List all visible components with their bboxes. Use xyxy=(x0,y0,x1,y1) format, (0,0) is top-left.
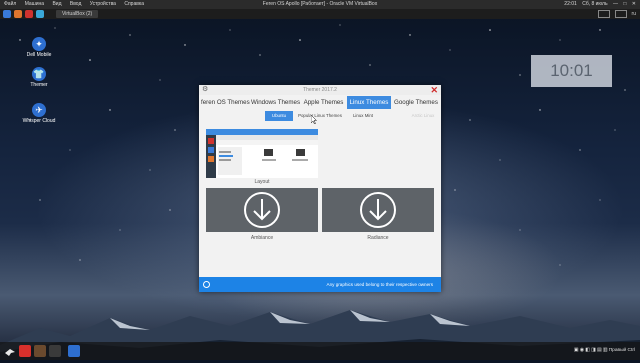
minimize-icon[interactable]: — xyxy=(613,1,618,7)
subtab-ubuntu[interactable]: Ubuntu xyxy=(265,111,293,121)
panel-tray: ru xyxy=(597,9,636,19)
host-panel: VirtualBox (2) ru xyxy=(0,9,640,19)
subtab-linux-mint[interactable]: Linux Mint xyxy=(347,111,379,121)
menu-file[interactable]: Файл xyxy=(4,1,16,7)
tab-linux-themes[interactable]: Linux Themes xyxy=(347,96,391,109)
theme-label-radiance: Radiance xyxy=(367,235,389,241)
shirt-icon: 👕 xyxy=(32,67,46,81)
menu-machine[interactable]: Машина xyxy=(25,1,44,7)
menu-input[interactable]: Ввод xyxy=(70,1,82,7)
tray-time: 22:01 xyxy=(564,1,577,7)
theme-label-layout: Layout xyxy=(254,179,270,185)
theme-card-radiance[interactable] xyxy=(322,188,434,232)
vm-tray: 22:01 Сб, 8 июль — □ ✕ xyxy=(560,0,636,9)
subtab-arctic-linux[interactable]: Arctic Linux xyxy=(407,111,439,121)
virtualbox-task[interactable]: VirtualBox (2) xyxy=(56,10,99,18)
theme-tabs: feren OS Themes Windows Themes Apple The… xyxy=(199,95,441,109)
tab-apple-themes[interactable]: Apple Themes xyxy=(302,96,345,109)
subtab-popular-linux[interactable]: Popular Linux Themes xyxy=(295,111,345,121)
host-key-label: Правый Ctrl xyxy=(608,348,635,353)
themer-icon[interactable] xyxy=(68,345,80,357)
layout-preview-image xyxy=(206,129,318,178)
workspace-icon[interactable] xyxy=(597,10,610,18)
vivaldi-icon[interactable] xyxy=(19,345,31,357)
vm-window-title: Feren OS Apollo [Работает] - Oracle VM V… xyxy=(262,1,378,7)
status-icons: ▣ ◉ ◧ ◨ ▤ ▥ xyxy=(573,348,609,353)
tab-google-themes[interactable]: Google Themes xyxy=(393,96,439,109)
themer-window: Themer 2017.2 ⚙ ✕ feren OS Themes Window… xyxy=(199,85,441,292)
theme-label-ambiance: Ambiance xyxy=(250,235,274,241)
window-title: Themer 2017.2 xyxy=(199,85,441,95)
menu-icon[interactable] xyxy=(3,10,11,18)
app-icon: ✦ xyxy=(32,37,46,51)
maximize-icon[interactable]: □ xyxy=(623,1,626,7)
bird-icon: ✈ xyxy=(32,103,46,117)
mouse-cursor-icon xyxy=(311,115,317,124)
close-button[interactable]: ✕ xyxy=(430,85,438,95)
desktop-icon-label: Dell Mobile xyxy=(26,52,52,58)
workspace-icon[interactable] xyxy=(614,10,627,18)
window-footer: Any graphics used belong to their respec… xyxy=(199,277,441,292)
desktop-icon-dell-mobile[interactable]: ✦ Dell Mobile xyxy=(19,37,59,58)
virtualbox-icon[interactable] xyxy=(36,10,44,18)
keyboard-layout[interactable]: ru xyxy=(632,9,636,19)
panel-launchers xyxy=(3,10,44,18)
terminal-icon[interactable] xyxy=(49,345,61,357)
taskbar: ▣ ◉ ◧ ◨ ▤ ▥ Правый Ctrl xyxy=(0,342,640,360)
linux-subtabs: Ubuntu Popular Linux Themes Linux Mint A… xyxy=(199,109,441,123)
download-icon xyxy=(360,192,396,228)
firefox-icon[interactable] xyxy=(14,10,22,18)
menu-help[interactable]: Справка xyxy=(124,1,144,7)
info-icon[interactable] xyxy=(203,281,210,288)
footer-text: Any graphics used belong to their respec… xyxy=(326,282,433,287)
tab-windows-themes[interactable]: Windows Themes xyxy=(251,96,300,109)
gear-icon[interactable]: ⚙ xyxy=(202,86,208,94)
vm-menu: Файл Машина Вид Ввод Устройства Справка xyxy=(4,0,151,9)
menu-devices[interactable]: Устройства xyxy=(90,1,116,7)
desktop-icon-whisper[interactable]: ✈ Whisper Cloud xyxy=(19,103,59,124)
desktop-icon-label: Whisper Cloud xyxy=(22,118,56,124)
download-icon xyxy=(244,192,280,228)
desktop-icon-label: Themer xyxy=(30,82,48,88)
vm-menubar: Файл Машина Вид Ввод Устройства Справка … xyxy=(0,0,640,9)
menu-view[interactable]: Вид xyxy=(52,1,61,7)
tray-date: Сб, 8 июль xyxy=(582,1,608,7)
vm-status: ▣ ◉ ◧ ◨ ▤ ▥ Правый Ctrl xyxy=(574,342,635,360)
theme-card-layout[interactable] xyxy=(206,129,318,178)
tab-feren-os-themes[interactable]: feren OS Themes xyxy=(201,96,250,109)
bird-icon[interactable] xyxy=(4,345,16,357)
theme-card-ambiance[interactable] xyxy=(206,188,318,232)
files-icon[interactable] xyxy=(34,345,46,357)
opera-icon[interactable] xyxy=(25,10,33,18)
desktop-icon-themer[interactable]: 👕 Themer xyxy=(19,67,59,88)
close-icon[interactable]: ✕ xyxy=(632,1,636,7)
clock-widget: 10:01 xyxy=(531,55,612,87)
